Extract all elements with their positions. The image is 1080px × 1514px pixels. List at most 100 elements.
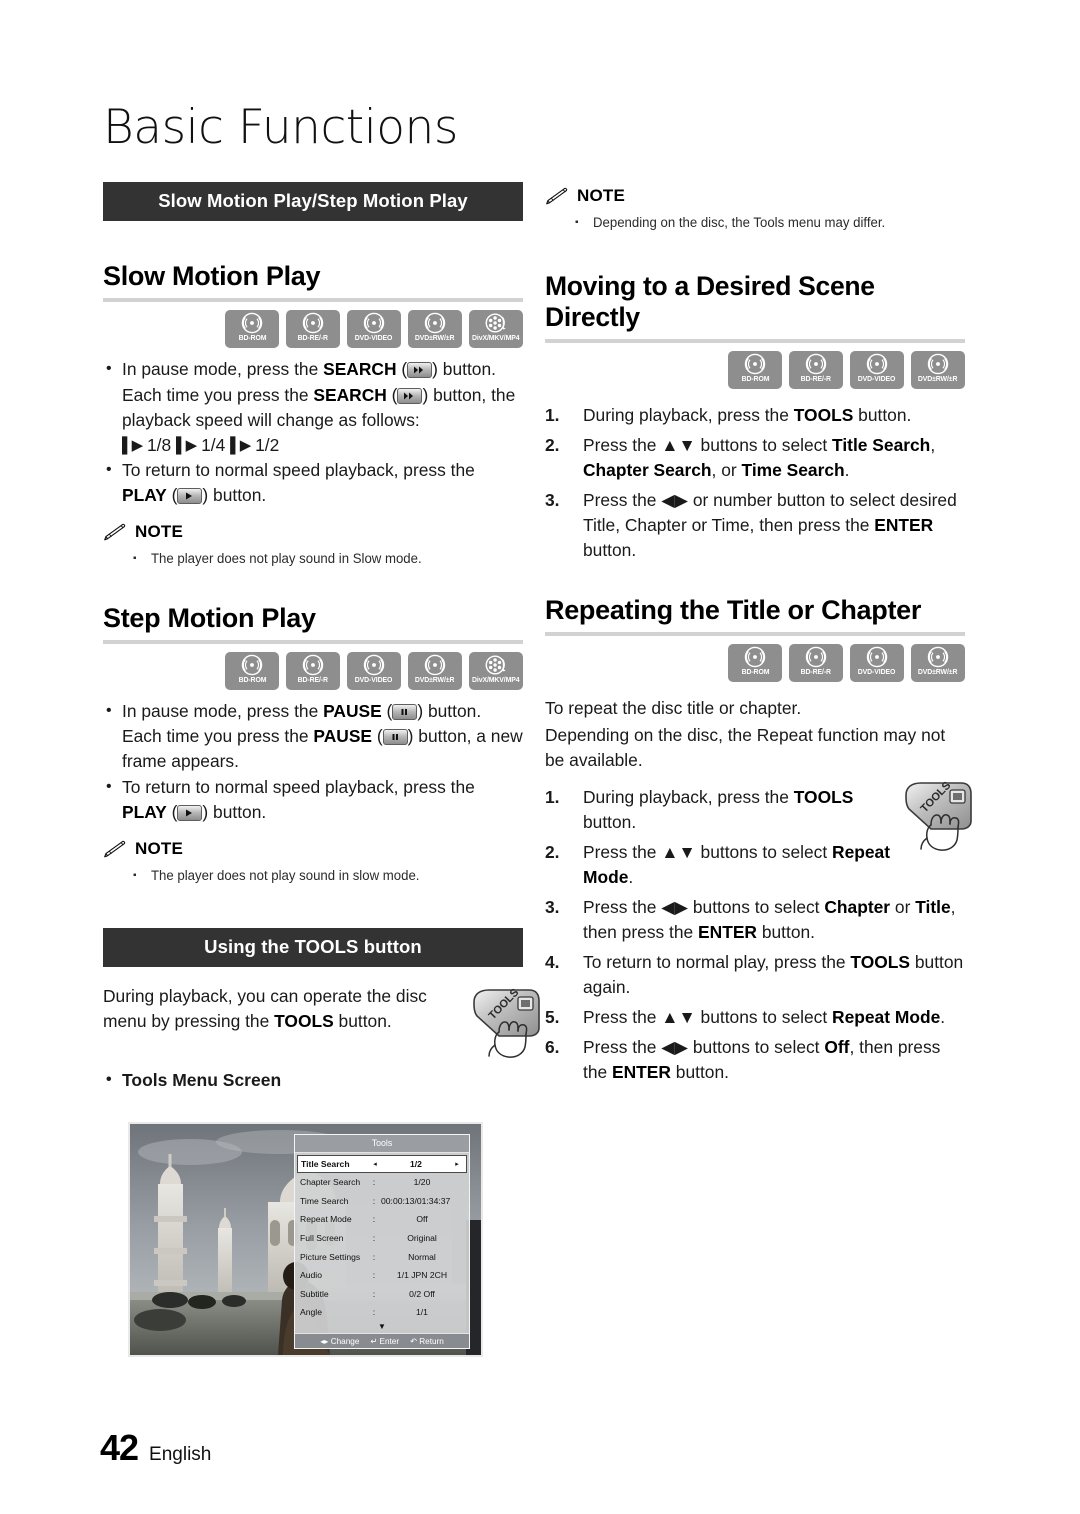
step-motion-body: In pause mode, press the PAUSE () button… <box>103 698 523 825</box>
key-enter: ENTER <box>612 1062 671 1082</box>
menu-row-title-search[interactable]: Title Search ◂ 1/2 ▸ <box>297 1155 467 1173</box>
disc-badge-dvd-rw-r: DVD±RW/±R <box>911 644 965 682</box>
repeating-intro: To repeat the disc title or chapter. Dep… <box>545 696 965 773</box>
disc-icon <box>866 353 888 375</box>
menu-row-repeat-mode[interactable]: Repeat Mode : Off <box>300 1210 464 1229</box>
right-arrow-icon[interactable]: ▸ <box>451 1160 463 1168</box>
key-pause: PAUSE <box>323 701 382 721</box>
menu-row-label: Title Search <box>301 1159 350 1169</box>
disc-badge-bd-rom: BD-ROM <box>225 652 279 690</box>
menu-row-angle[interactable]: Angle : 1/1 <box>300 1303 464 1322</box>
speed-value: 1/4 <box>201 435 226 455</box>
disc-label: BD-RE/-R <box>800 374 832 383</box>
disc-badge-bd-re-r: BD-RE/-R <box>789 644 843 682</box>
note-text: The player does not play sound in slow m… <box>103 866 523 886</box>
note-tools-menu-differ: NOTE Depending on the disc, the Tools me… <box>545 186 965 233</box>
menu-row-value: 1/20 <box>413 1177 431 1188</box>
disc-icon <box>302 312 324 334</box>
menu-row-value: Off <box>416 1214 428 1225</box>
note-header: NOTE <box>545 186 965 206</box>
menu-row-value: 0/2 Off <box>409 1288 435 1299</box>
disc-icon <box>927 353 949 375</box>
pause-button-icon <box>382 729 408 745</box>
menu-row-value: 00:00:13/01:34:37 <box>381 1195 451 1206</box>
disc-compat-row-repeating: BD-ROM BD-RE/-R DVD-VIDEO DVD±RW/±R <box>545 644 965 682</box>
disc-icon <box>302 654 324 676</box>
menu-row-separator: : <box>372 1233 376 1244</box>
step-number: 5. <box>545 1007 560 1027</box>
pencil-icon <box>545 187 569 206</box>
heading-moving-scene: Moving to a Desired Scene Directly <box>545 271 875 332</box>
key-play: PLAY <box>122 485 167 505</box>
note-text: Depending on the disc, the Tools menu ma… <box>545 213 965 233</box>
menu-row-separator: : <box>372 1214 376 1225</box>
menu-row-value: 1/1 JPN 2CH <box>396 1270 448 1281</box>
disc-label: BD-RE/-R <box>297 675 329 684</box>
list-item: 2. Press the ▲▼ buttons to select Title … <box>545 435 936 480</box>
step-number: 4. <box>545 952 560 972</box>
list-item: 2. Press the ▲▼ buttons to select Repeat… <box>545 842 891 887</box>
key-enter: ENTER <box>874 515 934 535</box>
slow-motion-speed-sequence: ▌▶ 1/8 ▌▶ 1/4 ▌▶ 1/2 <box>103 433 523 458</box>
menu-row-time-search[interactable]: Time Search : 00:00:13/01:34:37 <box>300 1192 464 1211</box>
right-column: NOTE Depending on the disc, the Tools me… <box>545 182 972 1090</box>
note-label: NOTE <box>577 186 626 205</box>
note-step-motion: NOTE The player does not play sound in s… <box>103 839 523 886</box>
repeating-steps: TOOLS 1. During playback, press the TOOL… <box>545 780 972 1085</box>
scroll-down-icon[interactable]: ▼ <box>300 1322 464 1331</box>
list-item: 3. Press the ◀▶ or number button to sele… <box>545 490 957 560</box>
disc-icon <box>424 312 446 334</box>
list-item: 5. Press the ▲▼ buttons to select Repeat… <box>545 1005 965 1030</box>
key-tools: TOOLS <box>793 787 854 807</box>
repeating-intro-line2: Depending on the disc, the Repeat functi… <box>545 725 946 770</box>
left-arrow-icon[interactable]: ◂ <box>369 1160 381 1168</box>
tools-intro-text: During playback, you can operate the dis… <box>103 986 427 1031</box>
disc-badge-divx: DivX/MKV/MP4 <box>469 310 523 348</box>
disc-icon <box>424 654 446 676</box>
menu-row-separator: : <box>372 1195 376 1206</box>
section-bar-slow-step: Slow Motion Play/Step Motion Play <box>103 182 523 221</box>
note-label: NOTE <box>135 839 184 858</box>
slow-motion-body: In pause mode, press the SEARCH () butto… <box>103 356 523 508</box>
menu-row-chapter-search[interactable]: Chapter Search : 1/20 <box>300 1173 464 1192</box>
menu-row-audio[interactable]: Audio : 1/1 JPN 2CH <box>300 1266 464 1285</box>
speed-value: 1/8 <box>147 435 172 455</box>
heading-rule <box>545 339 965 343</box>
disc-label: DVD±RW/±R <box>918 667 958 676</box>
list-item: 3. Press the ◀▶ buttons to select Chapte… <box>545 897 956 942</box>
disc-label: BD-RE/-R <box>297 333 329 342</box>
disc-compat-row-step: BD-ROM BD-RE/-R DVD-VIDEO DVD±RW/±R DivX… <box>103 652 523 690</box>
key-play: PLAY <box>122 802 167 822</box>
step-number: 3. <box>545 897 560 917</box>
menu-row-value: Original <box>407 1233 437 1244</box>
step-play-icon: ▌▶ <box>122 437 143 454</box>
heading-rule <box>545 632 965 636</box>
disc-badge-dvd-video: DVD-VIDEO <box>347 652 401 690</box>
speed-value: 1/2 <box>255 435 280 455</box>
footer-change: ◂▸ Change <box>320 1337 360 1346</box>
menu-row-subtitle[interactable]: Subtitle : 0/2 Off <box>300 1285 464 1304</box>
menu-row-full-screen[interactable]: Full Screen : Original <box>300 1229 464 1248</box>
menu-row-label: Repeat Mode <box>300 1214 352 1225</box>
disc-icon <box>363 312 385 334</box>
list-item: 1. During playback, press the TOOLS butt… <box>545 787 854 832</box>
list-item: To return to normal speed playback, pres… <box>103 457 523 508</box>
step-play-icon: ▌▶ <box>176 437 197 454</box>
menu-row-picture-settings[interactable]: Picture Settings : Normal <box>300 1247 464 1266</box>
list-item: In pause mode, press the SEARCH () butto… <box>103 356 523 382</box>
left-column: Slow Motion Play/Step Motion Play Slow M… <box>103 182 540 1094</box>
tools-menu-screenshot: Tools Title Search ◂ 1/2 ▸ Chapter Searc… <box>128 1122 483 1357</box>
disc-badge-dvd-video: DVD-VIDEO <box>347 310 401 348</box>
menu-row-separator: : <box>372 1177 376 1188</box>
repeating-intro-line1: To repeat the disc title or chapter. <box>545 698 802 718</box>
film-reel-icon <box>485 654 507 676</box>
list-item: 6. Press the ◀▶ buttons to select Off, t… <box>545 1037 941 1082</box>
key-pause: PAUSE <box>313 726 373 746</box>
slow-motion-paragraph: Each time you press the SEARCH () button… <box>122 385 516 430</box>
footer-enter: ↵ Enter <box>370 1337 400 1346</box>
step-number: 2. <box>545 842 560 862</box>
list-item: 4. To return to normal play, press the T… <box>545 952 964 997</box>
step-number: 6. <box>545 1037 560 1057</box>
disc-badge-bd-re-r: BD-RE/-R <box>286 652 340 690</box>
pencil-icon <box>103 840 127 859</box>
